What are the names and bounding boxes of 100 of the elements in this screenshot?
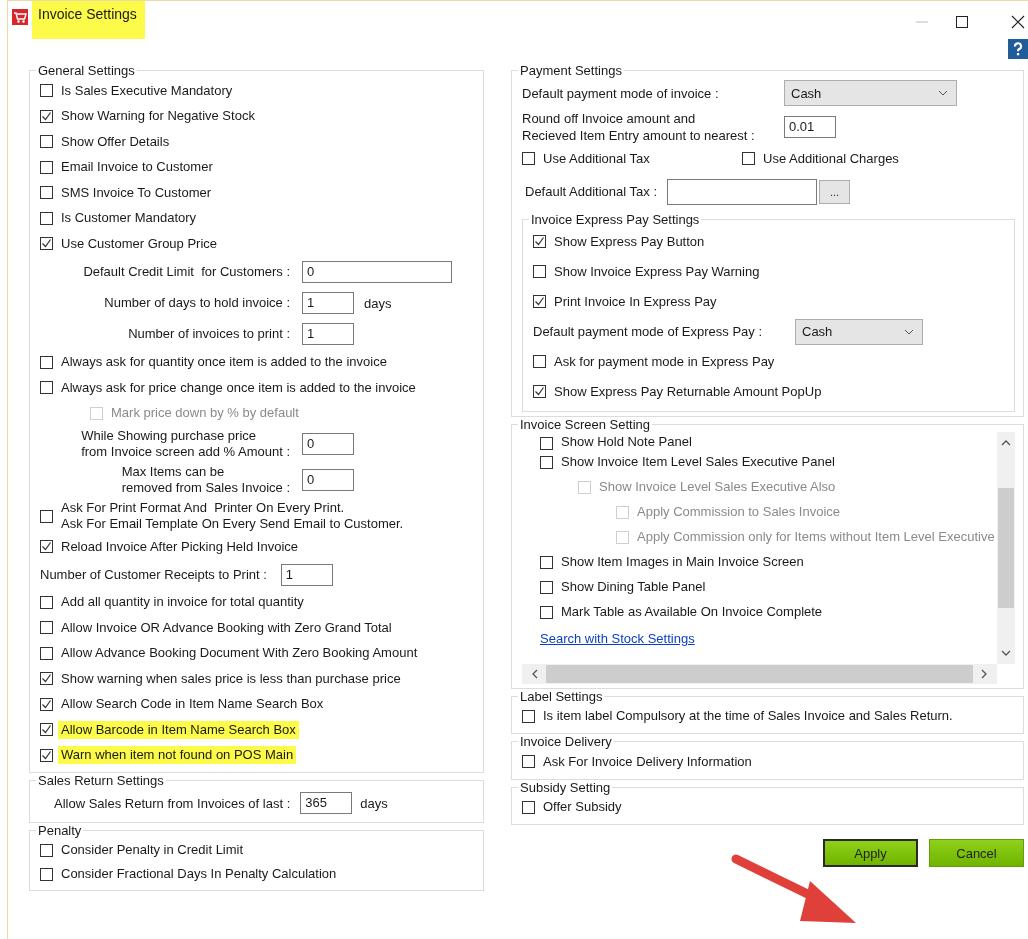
horizontal-scrollbar[interactable] — [522, 663, 997, 684]
checkbox-label: Always ask for quantity once item is added to the invoice — [61, 354, 387, 371]
scrollbar-thumb[interactable] — [546, 664, 973, 683]
search-settings-link[interactable]: Search with Stock Settings — [540, 630, 695, 646]
checkbox-label: Show Dining Table Panel — [561, 579, 706, 595]
checkbox-label: Use Additional Charges — [763, 150, 899, 167]
maximize-icon[interactable] — [955, 15, 969, 29]
cart-icon — [12, 9, 28, 25]
input-field[interactable]: 0 — [302, 433, 354, 455]
checkbox-label: SMS Invoice To Customer — [61, 184, 212, 201]
checkbox[interactable] — [40, 621, 53, 635]
caret-icon — [938, 90, 948, 96]
checkbox-label: Email Invoice to Customer — [61, 159, 213, 176]
checkbox[interactable] — [40, 646, 53, 660]
input-field[interactable]: 1 — [302, 292, 354, 314]
input-field[interactable]: 0 — [302, 261, 452, 283]
close-icon[interactable] — [1011, 15, 1025, 29]
checkbox[interactable] — [540, 436, 553, 450]
checkbox[interactable] — [40, 109, 53, 123]
checkbox[interactable] — [40, 672, 53, 686]
input-field[interactable]: 365 — [300, 792, 353, 814]
checkbox[interactable] — [40, 595, 53, 609]
dropdown[interactable]: Cash — [784, 80, 957, 106]
checkbox-label: Allow Advance Booking Document With Zero Booking Amount — [61, 645, 418, 662]
checkbox[interactable] — [40, 723, 53, 737]
scroll-left-icon[interactable] — [532, 668, 538, 679]
caret-icon — [904, 328, 914, 335]
checkbox[interactable] — [40, 135, 53, 149]
cancel-button[interactable]: Cancel — [929, 839, 1024, 867]
checkbox[interactable] — [40, 697, 53, 711]
input-field[interactable]: 0.01 — [784, 116, 836, 138]
checkbox-label: Is Customer Mandatory — [61, 210, 197, 227]
scroll-right-icon[interactable] — [981, 668, 987, 679]
checkbox-label: Show Invoice Level Sales Executive Also — [599, 479, 836, 495]
checkbox[interactable] — [40, 748, 53, 762]
checkbox[interactable] — [540, 580, 553, 594]
checkbox-label: Allow Invoice OR Advance Booking with Zero Grand Total — [61, 619, 392, 636]
checkbox-label: Offer Subsidy — [543, 799, 622, 816]
unit-label: days — [364, 295, 392, 311]
checkbox[interactable] — [522, 709, 535, 723]
checkbox[interactable] — [40, 186, 53, 200]
unit-label: days — [360, 795, 388, 811]
input-field[interactable] — [667, 178, 817, 205]
field-label: Number of invoices to print : — [128, 326, 290, 342]
checkbox-label: Is Sales Executive Mandatory — [61, 82, 233, 99]
input-field[interactable]: 0 — [302, 469, 354, 491]
browse-button[interactable]: ... — [819, 179, 850, 204]
checkbox[interactable] — [40, 867, 53, 881]
checkbox[interactable] — [40, 355, 53, 369]
checkbox-label: Ask For Print Format And Printer On Every Print. Ask For Email Template On Every Send Email to Customer. — [61, 500, 404, 532]
input-field[interactable]: 1 — [302, 323, 354, 345]
checkbox[interactable] — [40, 843, 53, 857]
checkbox-label: Consider Penalty in Credit Limit — [61, 842, 244, 858]
checkbox[interactable] — [533, 355, 546, 368]
checkbox[interactable] — [533, 235, 546, 248]
scrollbar-thumb[interactable] — [998, 487, 1014, 608]
group-title: Payment Settings — [519, 63, 623, 78]
checkbox[interactable] — [522, 755, 535, 769]
checkbox-label: Show Offer Details — [61, 133, 170, 150]
input-field[interactable]: 1 — [280, 563, 333, 586]
field-label: Max Items can be removed from Sales Invoice : — [121, 464, 290, 496]
checkbox-label: Show Express Pay Returnable Amount PopUp — [554, 383, 822, 400]
checkbox-label: Always ask for price change once item is added to the invoice — [61, 379, 416, 396]
checkbox[interactable] — [40, 509, 53, 523]
dropdown[interactable]: Cash — [795, 318, 923, 345]
checkbox[interactable] — [540, 555, 553, 569]
checkbox[interactable] — [522, 800, 535, 814]
apply-button[interactable]: Apply — [823, 839, 918, 867]
checkbox-label: Allow Barcode in Item Name Search Box — [58, 720, 299, 739]
group-title: Invoice Express Pay Settings — [530, 211, 701, 227]
checkbox[interactable] — [540, 605, 553, 619]
checkbox[interactable] — [40, 540, 53, 554]
checkbox-label: Mark price down by % by default — [111, 405, 299, 422]
field-label: Allow Sales Return from Invoices of last : — [54, 795, 291, 811]
checkbox[interactable] — [40, 381, 53, 395]
checkbox[interactable] — [40, 211, 53, 225]
checkbox-label: Show Hold Note Panel — [561, 433, 692, 450]
checkbox[interactable] — [533, 265, 546, 278]
checkbox[interactable] — [40, 84, 53, 98]
checkbox-label: Consider Fractional Days In Penalty Calculation — [61, 866, 337, 882]
checkbox-label: Use Customer Group Price — [61, 235, 218, 252]
help-icon[interactable] — [1008, 39, 1028, 59]
checkbox[interactable] — [540, 455, 553, 469]
checkbox[interactable] — [742, 152, 755, 166]
checkbox-label: Show Item Images in Main Invoice Screen — [561, 554, 804, 570]
group-title: Invoice Screen Setting — [519, 416, 652, 432]
checkbox[interactable] — [40, 237, 53, 251]
field-label: While Showing purchase price from Invoice screen add % Amount : — [81, 428, 290, 460]
vertical-scrollbar[interactable] — [997, 431, 1015, 664]
checkbox[interactable] — [533, 295, 546, 308]
checkbox-label: Add all quantity in invoice for total quantity — [61, 594, 304, 611]
scroll-down-icon[interactable] — [1001, 649, 1011, 656]
checkbox[interactable] — [522, 152, 535, 166]
checkbox-label: Show Warning for Negative Stock — [61, 108, 255, 125]
checkbox[interactable] — [40, 160, 53, 174]
checkbox[interactable] — [533, 385, 546, 398]
checkbox-label: Apply Commission only for Items without Item Level Executive — [637, 529, 995, 545]
checkbox-label: Show Invoice Item Level Sales Executive Panel — [561, 454, 835, 470]
field-label: Default Additional Tax : — [525, 184, 657, 199]
scroll-up-icon[interactable] — [1001, 439, 1011, 446]
